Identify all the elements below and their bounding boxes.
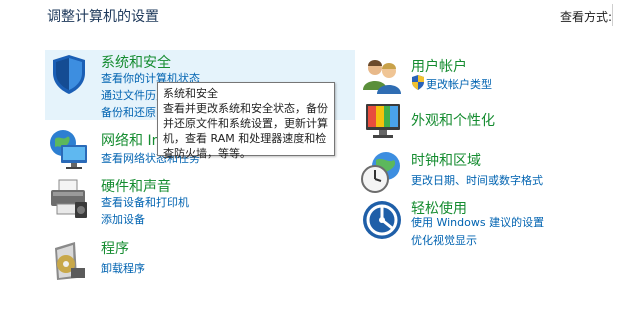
tooltip-description: 查看并更改系统和安全状态，备份并还原文件和系统设置，更新计算机，查看 RAM 和… (163, 102, 328, 160)
programs-disc-icon[interactable] (47, 238, 91, 282)
category-title-user-accounts[interactable]: 用户帐户 (411, 56, 467, 76)
clock-globe-icon[interactable] (360, 150, 404, 194)
category-title-system-security[interactable]: 系统和安全 (101, 52, 171, 72)
uac-shield-icon (411, 75, 425, 90)
shield-icon[interactable] (47, 52, 91, 96)
page-title: 调整计算机的设置 (47, 9, 159, 25)
link-uninstall-program[interactable]: 卸载程序 (101, 260, 145, 276)
link-optimize-visual[interactable]: 优化视觉显示 (411, 232, 477, 248)
network-globe-icon[interactable] (47, 127, 91, 171)
users-icon[interactable] (360, 54, 404, 98)
category-title-appearance[interactable]: 外观和个性化 (411, 110, 495, 130)
link-devices-printers[interactable]: 查看设备和打印机 (101, 194, 189, 210)
link-add-device[interactable]: 添加设备 (101, 211, 145, 227)
printer-icon[interactable] (47, 176, 91, 220)
ease-of-access-icon[interactable] (360, 198, 404, 242)
view-by-label: 查看方式: (560, 10, 613, 24)
category-title-hardware[interactable]: 硬件和声音 (101, 176, 171, 196)
link-change-account-type[interactable]: 更改帐户类型 (426, 76, 492, 92)
monitor-palette-icon[interactable] (360, 98, 404, 142)
category-title-programs[interactable]: 程序 (101, 238, 129, 258)
link-recommended-settings[interactable]: 使用 Windows 建议的设置 (411, 214, 544, 230)
tooltip-title: 系统和安全 (163, 87, 218, 100)
link-change-date-time[interactable]: 更改日期、时间或数字格式 (411, 172, 543, 188)
tooltip-system-security: 系统和安全 查看并更改系统和安全状态，备份并还原文件和系统设置，更新计算机，查看… (157, 82, 335, 160)
view-by-dropdown[interactable] (612, 4, 620, 26)
category-title-clock-region[interactable]: 时钟和区域 (411, 150, 481, 170)
